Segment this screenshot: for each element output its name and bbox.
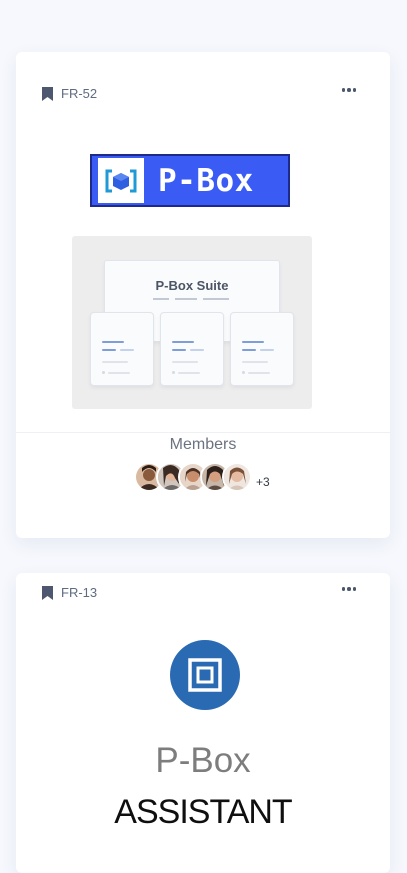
square-frame-icon: [170, 640, 240, 710]
card-tag-label: FR-13: [61, 585, 98, 600]
more-options-icon[interactable]: [341, 88, 356, 92]
suite-preview-image: P-Box Suite: [72, 236, 312, 409]
project-card-fr-13[interactable]: FR-13 P-Box ASSISTANT: [16, 573, 390, 873]
card-tag: FR-52: [42, 86, 97, 101]
suite-title: P-Box Suite: [155, 278, 229, 293]
logo-text: P-Box: [158, 162, 254, 199]
project-card-fr-52[interactable]: FR-52 P-Box P-Box Suite Members +3: [16, 52, 390, 538]
bookmark-icon: [42, 86, 53, 101]
card-divider: [16, 432, 390, 433]
preview-panel: [90, 312, 154, 386]
members-label: Members: [169, 436, 237, 453]
card-tag-label: FR-52: [61, 86, 98, 101]
card-title: P-Box: [155, 741, 251, 780]
card-tag: FR-13: [42, 585, 97, 600]
members-avatar-group[interactable]: +3: [134, 462, 270, 492]
more-options-icon[interactable]: [341, 587, 356, 591]
bookmark-icon: [42, 585, 53, 600]
avatar[interactable]: [222, 462, 252, 492]
suite-underline: [153, 298, 229, 300]
card-subtitle: ASSISTANT: [114, 793, 292, 831]
preview-panel: [230, 312, 294, 386]
cube-bracket-icon: [98, 158, 144, 203]
preview-panel: [160, 312, 224, 386]
extra-members-count[interactable]: +3: [256, 475, 270, 489]
p-box-logo: P-Box: [90, 154, 290, 207]
